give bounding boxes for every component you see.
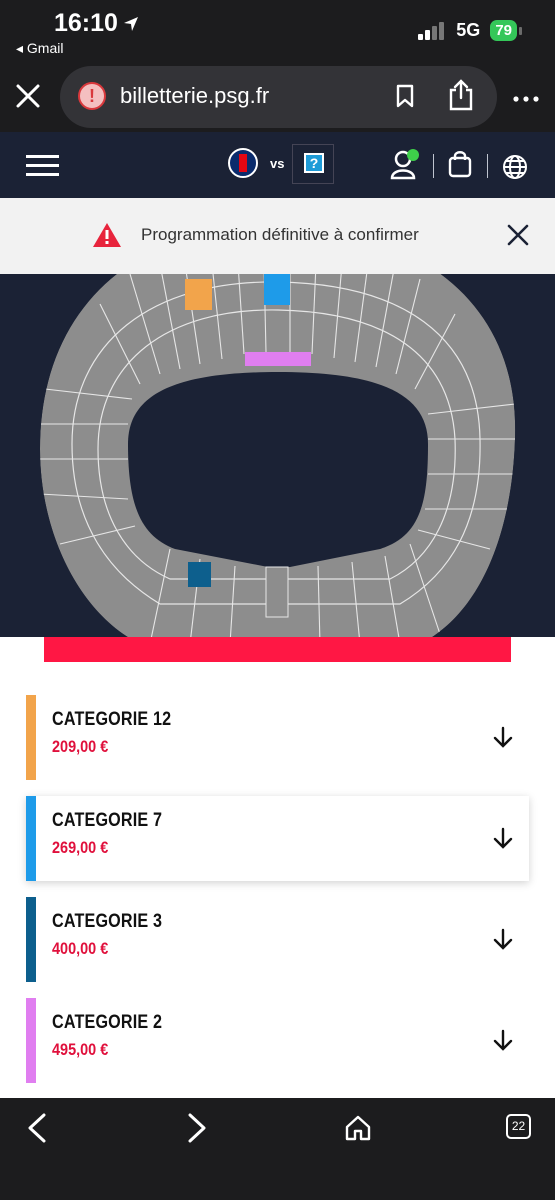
stadium-map[interactable] [0,274,555,637]
pitch-area [128,372,428,567]
forward-icon[interactable] [186,1113,208,1143]
arrow-down-icon[interactable] [491,826,515,850]
category-name: CATEGORIE 3 [52,911,163,932]
more-options-icon[interactable] [513,96,539,102]
network-label: 5G [456,20,481,40]
battery-indicator: 79 [490,20,522,41]
category-color-bar [26,897,36,982]
language-globe-icon[interactable] [502,154,528,180]
category-price: 209,00 € [52,737,109,756]
arrow-down-icon[interactable] [491,927,515,951]
online-status-dot [407,149,419,161]
section-categorie-7[interactable] [264,274,290,305]
category-price: 495,00 € [52,1040,109,1059]
divider [487,154,488,178]
category-list: CATEGORIE 12 209,00 € CATEGORIE 7 269,00… [26,695,529,1099]
home-icon[interactable] [344,1114,372,1142]
section-categorie-3[interactable] [188,562,211,587]
category-item[interactable]: CATEGORIE 12 209,00 € [26,695,529,780]
time-label: 16:10 [54,9,118,37]
location-arrow-icon [123,16,138,31]
notice-banner: Programmation définitive à confirmer [0,198,555,274]
back-icon[interactable] [26,1113,48,1143]
category-price: 269,00 € [52,838,109,857]
map-action-button[interactable] [44,637,511,662]
vs-label: vs [270,156,285,171]
status-time: 16:10 [54,9,140,38]
close-notice-icon[interactable] [507,224,529,246]
category-price: 400,00 € [52,939,109,958]
bookmark-icon[interactable] [396,84,414,108]
arrow-down-icon[interactable] [491,1028,515,1052]
category-color-bar [26,796,36,881]
shopping-bag-icon[interactable] [448,150,472,178]
section-categorie-12[interactable] [185,279,212,310]
url-text[interactable]: billetterie.psg.fr [120,83,269,109]
category-item[interactable]: CATEGORIE 2 495,00 € [26,998,529,1083]
divider [433,154,434,178]
back-to-app-link[interactable]: ◂ Gmail [16,40,63,57]
site-header: vs ? [0,132,555,198]
category-color-bar [26,998,36,1083]
category-name: CATEGORIE 12 [52,709,172,730]
browser-chrome: 16:10 ◂ Gmail 5G 79 ! billetterie.psg.fr [0,0,555,132]
tabs-button[interactable]: 22 [506,1114,531,1139]
category-name: CATEGORIE 2 [52,1012,163,1033]
category-item[interactable]: CATEGORIE 7 269,00 € [26,796,529,881]
security-warning-icon[interactable]: ! [78,82,106,110]
share-icon[interactable] [448,79,474,111]
warning-icon [93,223,121,247]
section-categorie-2[interactable] [245,352,311,366]
question-mark-icon: ? [304,153,324,173]
psg-logo [228,148,258,178]
category-name: CATEGORIE 7 [52,810,163,831]
category-item[interactable]: CATEGORIE 3 400,00 € [26,897,529,982]
opponent-logo-placeholder: ? [292,144,334,184]
category-color-bar [26,695,36,780]
close-icon[interactable] [14,82,42,110]
signal-icon [418,21,445,40]
menu-icon[interactable] [26,155,59,182]
stadium-seating-plan[interactable] [0,274,555,637]
browser-toolbar: 22 [0,1098,555,1200]
status-indicators: 5G 79 [418,20,522,41]
url-bar[interactable]: ! billetterie.psg.fr [60,66,497,128]
notice-text: Programmation définitive à confirmer [141,225,419,244]
arrow-down-icon[interactable] [491,725,515,749]
